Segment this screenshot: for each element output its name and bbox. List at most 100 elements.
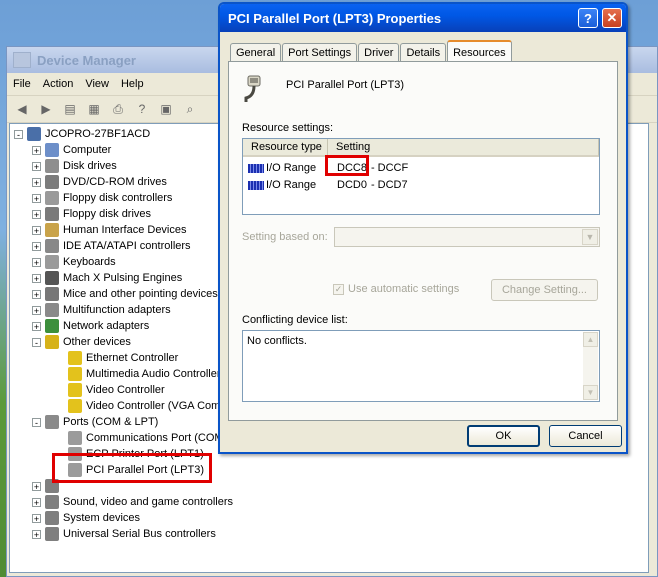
use-automatic-checkbox[interactable]: ✓: [333, 283, 344, 295]
close-button[interactable]: ✕: [602, 8, 622, 28]
tree-device-unknown[interactable]: Multimedia Audio Controller: [68, 366, 221, 382]
expand-icon[interactable]: +: [32, 513, 41, 523]
menu-file[interactable]: File: [7, 78, 37, 90]
tree-category[interactable]: + Network adapters: [32, 318, 149, 334]
tree-category[interactable]: + Mice and other pointing devices: [32, 286, 218, 302]
tab-details[interactable]: Details: [400, 43, 447, 62]
tree-category[interactable]: + System devices: [32, 510, 140, 526]
expand-icon[interactable]: +: [32, 497, 41, 507]
port-device-icon: [68, 431, 82, 445]
use-automatic-settings[interactable]: ✓ Use automatic settings: [333, 283, 459, 295]
print-icon[interactable]: ⎙: [109, 101, 127, 117]
expand-icon[interactable]: +: [32, 177, 41, 187]
device-category-icon: [45, 255, 59, 269]
tree-root-computer[interactable]: - JCOPRO-27BF1ACD: [14, 126, 150, 142]
tree-category[interactable]: + Human Interface Devices: [32, 222, 187, 238]
tree-item-label: Other devices: [63, 336, 131, 348]
tree-category[interactable]: + Mach X Pulsing Engines: [32, 270, 182, 286]
collapse-icon[interactable]: -: [14, 129, 23, 139]
conflict-scrollbar[interactable]: ▲ ▼: [583, 332, 598, 400]
resource-setting-rest: - DCD7: [370, 179, 408, 191]
computer-icon: [27, 127, 41, 141]
forward-arrow-icon[interactable]: ▶: [37, 101, 55, 117]
tab-resources[interactable]: Resources: [447, 40, 512, 63]
io-range-icon: [248, 163, 264, 173]
back-arrow-icon[interactable]: ◀: [13, 101, 31, 117]
menu-action[interactable]: Action: [37, 78, 80, 90]
tree-category[interactable]: + Disk drives: [32, 158, 117, 174]
show-hide-tree-icon[interactable]: ▤: [61, 101, 79, 117]
scroll-up-icon[interactable]: ▲: [583, 332, 598, 347]
tree-device-unknown[interactable]: Ethernet Controller: [68, 350, 178, 366]
tree-category[interactable]: + Floppy disk controllers: [32, 190, 172, 206]
tree-category[interactable]: + Sound, video and game controllers: [32, 494, 233, 510]
expand-icon[interactable]: +: [32, 241, 41, 251]
help-button[interactable]: ?: [578, 8, 598, 28]
tree-item-label: Mach X Pulsing Engines: [63, 272, 183, 284]
expand-icon[interactable]: +: [32, 193, 41, 203]
expand-icon[interactable]: +: [32, 257, 41, 267]
tree-item-label: Mice and other pointing devices: [63, 288, 218, 300]
expand-icon[interactable]: +: [32, 289, 41, 299]
resource-setting-start: DCD0: [337, 179, 367, 191]
expand-icon[interactable]: +: [32, 481, 41, 491]
device-category-icon: [45, 335, 59, 349]
collapse-icon[interactable]: -: [32, 417, 41, 427]
tab-driver[interactable]: Driver: [358, 43, 400, 62]
chevron-down-icon[interactable]: ▼: [582, 229, 598, 245]
resource-setting-rest: - DCCF: [370, 162, 409, 174]
scan-icon[interactable]: ⌕: [181, 101, 199, 117]
expand-icon[interactable]: +: [32, 273, 41, 283]
parallel-port-icon: [242, 74, 268, 104]
tree-item-label: Disk drives: [63, 160, 117, 172]
resource-type: I/O Range: [266, 179, 317, 191]
tab-port-settings[interactable]: Port Settings: [282, 43, 358, 62]
resource-row[interactable]: I/O Range DCD0 - DCD7: [248, 177, 408, 193]
tree-category[interactable]: - Other devices: [32, 334, 131, 350]
tree-item-label: Multifunction adapters: [63, 304, 171, 316]
port-icon: [45, 415, 59, 429]
tree-category[interactable]: + Universal Serial Bus controllers: [32, 526, 216, 542]
collapse-icon[interactable]: -: [32, 337, 41, 347]
device-category-icon: [45, 239, 59, 253]
tree-category[interactable]: + DVD/CD-ROM drives: [32, 174, 167, 190]
scroll-down-icon[interactable]: ▼: [583, 385, 598, 400]
tree-category[interactable]: + IDE ATA/ATAPI controllers: [32, 238, 191, 254]
dialog-titlebar[interactable]: PCI Parallel Port (LPT3) Properties: [220, 4, 626, 32]
expand-icon[interactable]: +: [32, 305, 41, 315]
tab-general[interactable]: General: [230, 43, 282, 62]
device-name: PCI Parallel Port (LPT3): [286, 79, 404, 91]
tree-category[interactable]: + Floppy disk drives: [32, 206, 151, 222]
tree-category[interactable]: + Multifunction adapters: [32, 302, 171, 318]
view-icon[interactable]: ▣: [157, 101, 175, 117]
tree-category[interactable]: + Computer: [32, 142, 111, 158]
warning-device-icon: [68, 399, 82, 413]
expand-icon[interactable]: +: [32, 321, 41, 331]
menu-help[interactable]: Help: [115, 78, 150, 90]
help-icon[interactable]: ?: [133, 101, 151, 117]
change-setting-button[interactable]: Change Setting...: [491, 279, 598, 301]
expand-icon[interactable]: +: [32, 529, 41, 539]
column-resource-type[interactable]: Resource type: [243, 139, 328, 157]
tree-device-unknown[interactable]: Video Controller: [68, 382, 165, 398]
tree-category-ports[interactable]: - Ports (COM & LPT): [32, 414, 158, 430]
menu-view[interactable]: View: [79, 78, 115, 90]
expand-icon[interactable]: +: [32, 145, 41, 155]
ok-button[interactable]: OK: [467, 425, 540, 447]
conflicting-device-list[interactable]: No conflicts. ▲ ▼: [242, 330, 600, 402]
tree-device-unknown[interactable]: Video Controller (VGA Comp: [68, 398, 226, 414]
setting-based-on-select[interactable]: ▼: [334, 227, 600, 247]
properties-icon[interactable]: ▦: [85, 101, 103, 117]
tree-item-label: Floppy disk controllers: [63, 192, 173, 204]
resource-settings-list[interactable]: Resource type Setting I/O Range DCC8 - D…: [242, 138, 600, 215]
expand-icon[interactable]: +: [32, 209, 41, 219]
device-category-icon: [45, 303, 59, 317]
tree-item-label: DVD/CD-ROM drives: [63, 176, 167, 188]
tree-category[interactable]: + Keyboards: [32, 254, 116, 270]
cancel-button[interactable]: Cancel: [549, 425, 622, 447]
tree-device-port[interactable]: Communications Port (COM: [68, 430, 224, 446]
tree-item-label: Computer: [63, 144, 112, 156]
device-category-icon: [45, 143, 59, 157]
expand-icon[interactable]: +: [32, 225, 41, 235]
expand-icon[interactable]: +: [32, 161, 41, 171]
